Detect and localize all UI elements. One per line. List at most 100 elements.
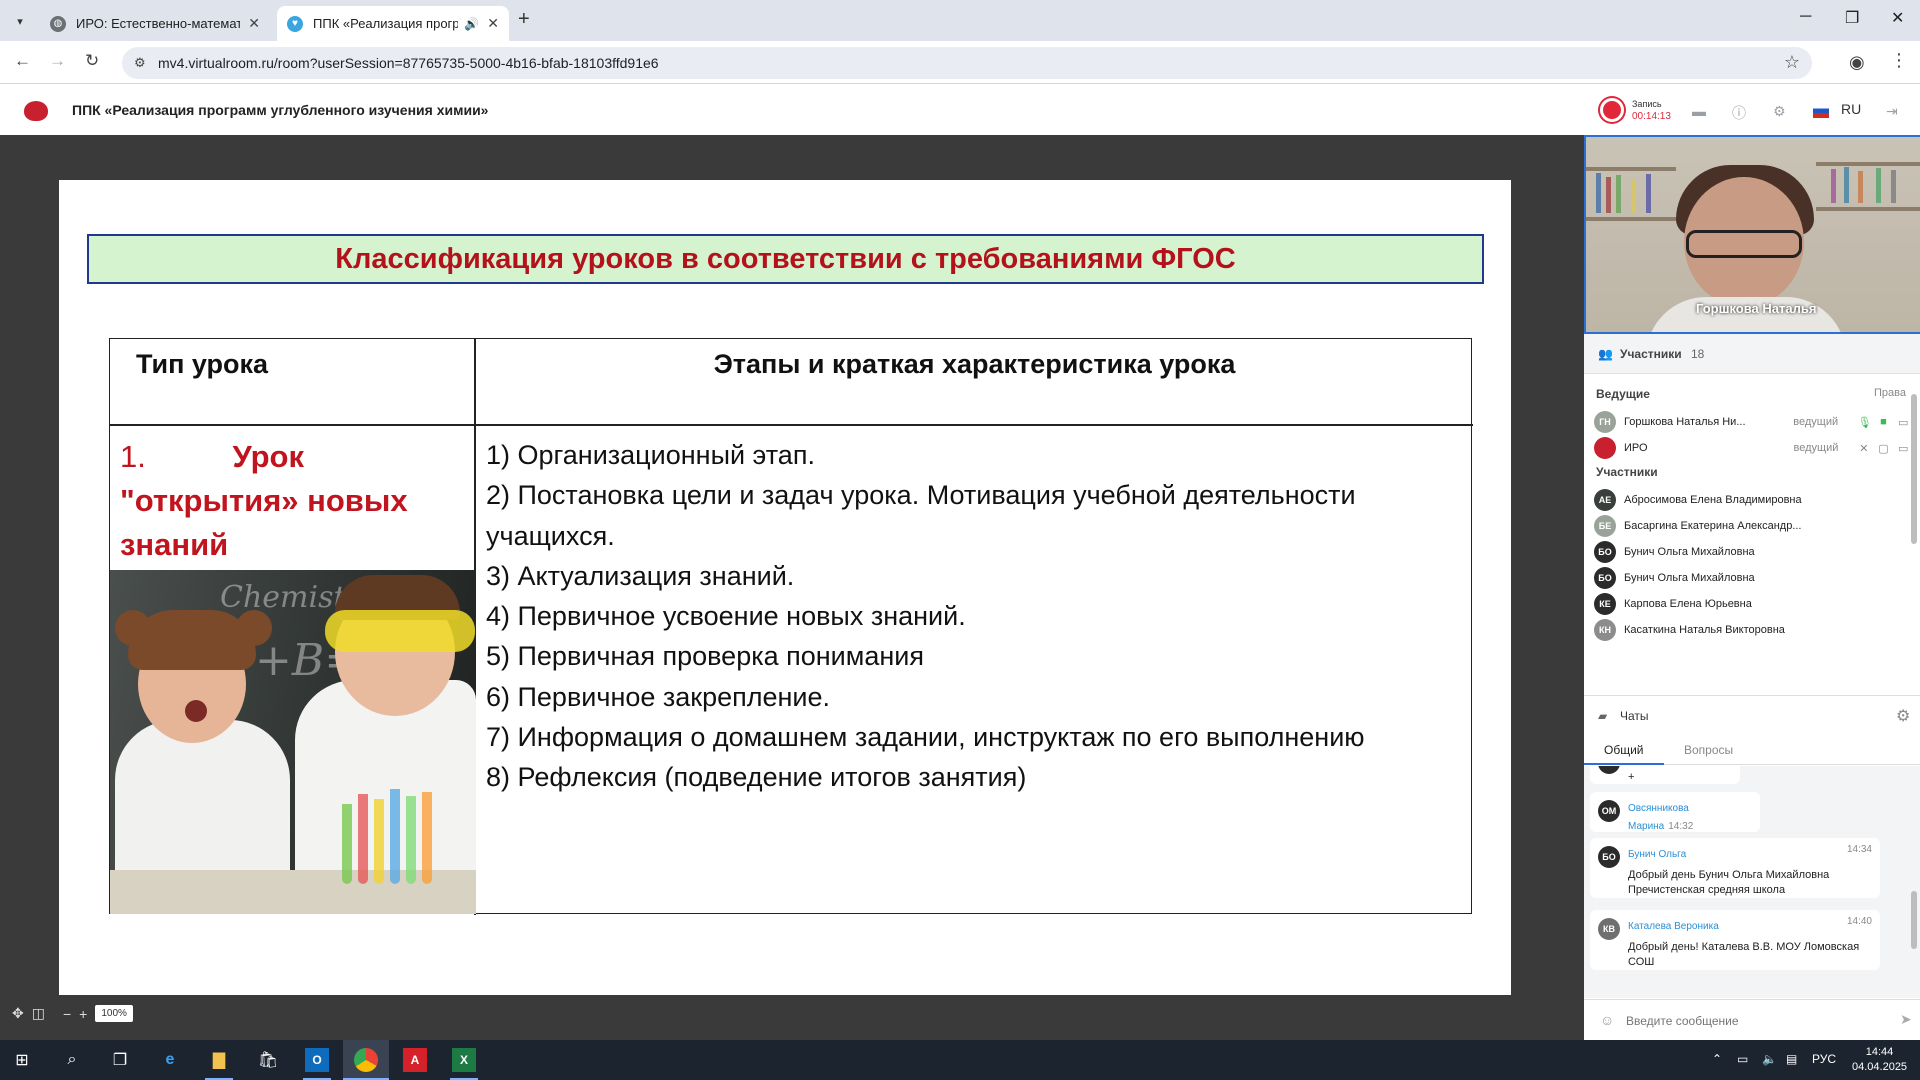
camera-off-icon[interactable]: ▢ xyxy=(1878,442,1890,455)
chevron-down-icon: ▾ xyxy=(17,15,23,28)
chat-message-text: + xyxy=(1628,771,1635,783)
edge-icon[interactable]: e xyxy=(158,1048,182,1072)
avatar: КН xyxy=(1594,619,1616,641)
close-tab-icon[interactable]: ✕ xyxy=(248,15,260,32)
language-indicator[interactable]: РУС xyxy=(1812,1052,1836,1066)
tray-chevron-icon[interactable]: ⌃ xyxy=(1712,1052,1722,1066)
pan-icon[interactable]: ✥ xyxy=(12,1005,24,1022)
profile-icon[interactable]: ◉ xyxy=(1849,52,1865,73)
chat-input-bar: ☺ ➤ xyxy=(1584,999,1920,1040)
lesson-table: Тип урока Этапы и краткая характеристика… xyxy=(109,338,1473,915)
minimize-icon[interactable]: ─ xyxy=(1800,8,1811,26)
chat-message: + xyxy=(1590,766,1740,784)
participant-row[interactable]: КЕ Карпова Елена Юрьевна xyxy=(1594,592,1909,616)
bookmark-star-icon[interactable]: ☆ xyxy=(1784,52,1800,73)
system-clock[interactable]: 14:44 04.04.2025 xyxy=(1852,1045,1907,1075)
info-icon[interactable]: ⓘ xyxy=(1732,103,1746,123)
new-tab-button[interactable]: + xyxy=(518,8,530,31)
screen-share-icon[interactable]: ▭ xyxy=(1897,416,1909,429)
participant-name: Карпова Елена Юрьевна xyxy=(1624,598,1752,610)
zoom-in-button[interactable]: + xyxy=(79,1006,87,1022)
presentation-stage: Классификация уроков в соответствии с тр… xyxy=(0,135,1580,1040)
browser-tab-iro[interactable]: ◍ ИРО: Естественно-математиче ✕ xyxy=(40,6,270,41)
microphone-icon[interactable]: 🎙 xyxy=(1858,416,1872,429)
search-icon[interactable]: ⌕ xyxy=(60,1048,84,1072)
fit-width-icon[interactable]: ◫ xyxy=(32,1005,45,1022)
address-bar-row: ← → ↻ ⚙ mv4.virtualroom.ru/room?userSess… xyxy=(0,41,1920,84)
avatar: БО xyxy=(1594,567,1616,589)
outlook-icon[interactable]: O xyxy=(305,1048,329,1072)
url-field[interactable]: ⚙ mv4.virtualroom.ru/room?userSession=87… xyxy=(122,47,1812,79)
chrome-icon[interactable] xyxy=(354,1048,378,1072)
network-icon[interactable]: ▭ xyxy=(1737,1052,1748,1066)
chat-message-input[interactable] xyxy=(1626,1014,1886,1028)
participant-row[interactable]: БО Бунич Ольга Михайловна xyxy=(1594,566,1909,590)
settings-gear-icon[interactable]: ⚙ xyxy=(1773,103,1786,120)
language-selector[interactable]: RU xyxy=(1841,101,1861,117)
chat-scrollbar-thumb[interactable] xyxy=(1911,891,1917,949)
acrobat-icon[interactable]: A xyxy=(403,1048,427,1072)
notification-chat-icon[interactable]: ▤ xyxy=(1786,1052,1797,1066)
participant-role: ведущий xyxy=(1793,416,1839,428)
zoom-out-button[interactable]: − xyxy=(63,1006,71,1022)
participant-row[interactable]: КН Касаткина Наталья Викторовна xyxy=(1594,618,1909,642)
stage-item: 3) Актуализация знаний. xyxy=(486,560,795,591)
task-view-icon[interactable]: ❐ xyxy=(108,1048,132,1072)
stage-item: 4) Первичное усвоение новых знаний. xyxy=(486,601,966,632)
russian-flag-icon[interactable] xyxy=(1813,104,1829,118)
folder-icon[interactable]: ▬ xyxy=(1692,103,1706,119)
chat-message-list[interactable]: + ОМ Овсянникова Марина14:32 + БО Бунич … xyxy=(1584,766,1920,998)
back-arrow-icon[interactable]: ← xyxy=(14,51,31,71)
host-row[interactable]: ГН Горшкова Наталья Ни... ведущий 🎙 ■ ▭ xyxy=(1594,410,1909,434)
participants-scrollbar[interactable] xyxy=(1910,380,1918,635)
chat-settings-gear-icon[interactable]: ⚙ xyxy=(1896,706,1910,726)
slide: Классификация уроков в соответствии с тр… xyxy=(59,180,1511,995)
participant-row[interactable]: БЕ Басаргина Екатерина Александр... xyxy=(1594,514,1909,538)
zoom-level[interactable]: 100% xyxy=(95,1005,133,1022)
chat-message: КВ Каталева Вероника 14:40 Добрый день! … xyxy=(1590,910,1880,970)
reload-icon[interactable]: ↻ xyxy=(85,51,99,71)
record-timer: 00:14:13 xyxy=(1632,111,1671,122)
close-window-icon[interactable]: ✕ xyxy=(1891,8,1904,28)
tab-search-button[interactable]: ▾ xyxy=(8,10,32,32)
windows-taskbar: ⊞ ⌕ ❐ e ▇ 🛍 O A X ⌃ ▭ 🔈 ▤ РУС 14:44 04.0… xyxy=(0,1040,1920,1080)
record-icon[interactable] xyxy=(1600,98,1624,122)
excel-icon[interactable]: X xyxy=(452,1048,476,1072)
participant-row[interactable]: АЕ Абросимова Елена Владимировна xyxy=(1594,488,1909,512)
site-info-icon[interactable]: ⚙ xyxy=(134,55,146,71)
participant-row[interactable]: БО Бунич Ольга Михайловна xyxy=(1594,540,1909,564)
store-icon[interactable]: 🛍 xyxy=(256,1048,280,1072)
volume-icon[interactable]: 🔈 xyxy=(1762,1052,1777,1066)
tab-questions[interactable]: Вопросы xyxy=(1684,743,1733,757)
send-icon[interactable]: ➤ xyxy=(1900,1011,1912,1028)
participants-header[interactable]: 👥 Участники 18 xyxy=(1584,334,1920,374)
lesson-stages-cell: 1) Организационный этап. 2) Постановка ц… xyxy=(486,435,1466,798)
stage-item: 6) Первичное закрепление. xyxy=(486,681,831,712)
screen-share-icon[interactable]: ▭ xyxy=(1897,442,1909,455)
clock-date: 04.04.2025 xyxy=(1852,1061,1908,1073)
emoji-icon[interactable]: ☺ xyxy=(1600,1012,1614,1028)
file-explorer-icon[interactable]: ▇ xyxy=(207,1048,231,1072)
chat-tabs: Общий Вопросы xyxy=(1584,735,1920,765)
browser-menu-icon[interactable]: ⋮ xyxy=(1890,50,1908,71)
users-icon: 👥 xyxy=(1598,347,1613,361)
close-tab-icon[interactable]: ✕ xyxy=(487,15,499,32)
forward-arrow-icon[interactable]: → xyxy=(49,51,66,71)
clock-time: 14:44 xyxy=(1865,1046,1894,1058)
lesson-number: 1. xyxy=(120,439,146,474)
exit-icon[interactable]: ⇥ xyxy=(1886,103,1898,120)
tab-general[interactable]: Общий xyxy=(1604,743,1644,757)
members-section-label: Участники xyxy=(1596,465,1658,479)
participant-name: Абросимова Елена Владимировна xyxy=(1624,494,1802,506)
avatar xyxy=(1594,437,1616,459)
microphone-off-icon[interactable]: ✕ xyxy=(1858,442,1870,455)
browser-tab-ppk[interactable]: ♥ ППК «Реализация програм 🔊 ✕ xyxy=(277,6,509,41)
presenter-video[interactable]: Горшкова Наталья xyxy=(1584,135,1920,334)
camera-icon[interactable]: ■ xyxy=(1878,416,1890,428)
restore-icon[interactable]: ❐ xyxy=(1845,8,1859,28)
host-row[interactable]: ИРО ведущий ✕ ▢ ▭ xyxy=(1594,436,1909,460)
speaker-icon[interactable]: 🔊 xyxy=(464,17,479,31)
participant-name: Горшкова Наталья Ни... xyxy=(1624,416,1746,428)
windows-start-icon[interactable]: ⊞ xyxy=(10,1048,34,1072)
stage-item: 1) Организационный этап. xyxy=(486,440,815,470)
